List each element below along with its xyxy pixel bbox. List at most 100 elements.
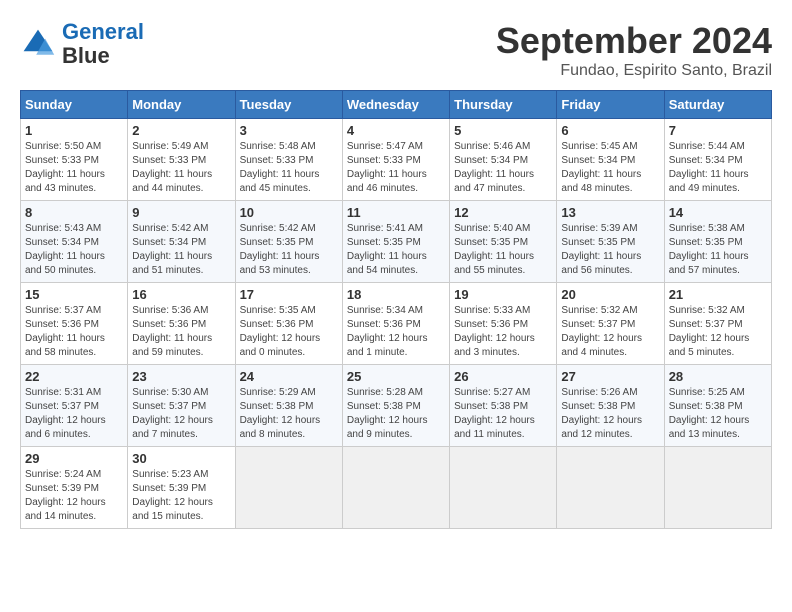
calendar-day-cell: 28Sunrise: 5:25 AM Sunset: 5:38 PM Dayli… bbox=[664, 365, 771, 447]
calendar-day-cell: 7 Sunrise: 5:44 AM Sunset: 5:34 PM Daylig… bbox=[664, 119, 771, 201]
day-number: 27 bbox=[561, 369, 659, 384]
day-info: Sunrise: 5:48 AM Sunset: 5:33 PM Dayligh… bbox=[240, 140, 338, 196]
calendar-week-row: 1 Sunrise: 5:50 AM Sunset: 5:33 PM Daylig… bbox=[21, 119, 772, 201]
day-number: 14 bbox=[669, 205, 767, 220]
calendar-day-cell bbox=[235, 447, 342, 529]
day-number: 4 bbox=[347, 123, 445, 138]
calendar-day-cell: 5 Sunrise: 5:46 AM Sunset: 5:34 PM Daylig… bbox=[450, 119, 557, 201]
calendar-day-cell: 2 Sunrise: 5:49 AM Sunset: 5:33 PM Daylig… bbox=[128, 119, 235, 201]
calendar-day-cell: 9 Sunrise: 5:42 AM Sunset: 5:34 PM Daylig… bbox=[128, 201, 235, 283]
day-number: 24 bbox=[240, 369, 338, 384]
day-number: 30 bbox=[132, 451, 230, 466]
calendar-day-cell: 26 Sunrise: 5:27 AM Sunset: 5:38 PM Dayli… bbox=[450, 365, 557, 447]
day-info: Sunrise: 5:42 AM Sunset: 5:35 PM Dayligh… bbox=[240, 222, 338, 278]
day-number: 20 bbox=[561, 287, 659, 302]
calendar-day-cell: 14 Sunrise: 5:38 AM Sunset: 5:35 PM Dayli… bbox=[664, 201, 771, 283]
calendar-day-cell: 17 Sunrise: 5:35 AM Sunset: 5:36 PM Dayli… bbox=[235, 283, 342, 365]
day-info: Sunrise: 5:47 AM Sunset: 5:33 PM Dayligh… bbox=[347, 140, 445, 196]
calendar-day-cell: 30 Sunrise: 5:23 AM Sunset: 5:39 PM Dayli… bbox=[128, 447, 235, 529]
calendar-day-cell bbox=[557, 447, 664, 529]
calendar-week-row: 8 Sunrise: 5:43 AM Sunset: 5:34 PM Daylig… bbox=[21, 201, 772, 283]
logo-icon bbox=[20, 26, 56, 62]
calendar-day-header: Friday bbox=[557, 91, 664, 119]
day-info: Sunrise: 5:41 AM Sunset: 5:35 PM Dayligh… bbox=[347, 222, 445, 278]
day-info: Sunrise: 5:34 AM Sunset: 5:36 PM Dayligh… bbox=[347, 304, 445, 360]
day-info: Sunrise: 5:27 AM Sunset: 5:38 PM Dayligh… bbox=[454, 386, 552, 442]
day-info: Sunrise: 5:24 AM Sunset: 5:39 PM Dayligh… bbox=[25, 468, 123, 524]
day-number: 10 bbox=[240, 205, 338, 220]
day-number: 21 bbox=[669, 287, 767, 302]
main-title: September 2024 bbox=[496, 20, 772, 62]
day-info: Sunrise: 5:28 AM Sunset: 5:38 PM Dayligh… bbox=[347, 386, 445, 442]
calendar-day-cell: 15Sunrise: 5:37 AM Sunset: 5:36 PM Dayli… bbox=[21, 283, 128, 365]
calendar-day-cell: 10 Sunrise: 5:42 AM Sunset: 5:35 PM Dayli… bbox=[235, 201, 342, 283]
calendar-day-cell bbox=[664, 447, 771, 529]
day-number: 12 bbox=[454, 205, 552, 220]
day-info: Sunrise: 5:36 AM Sunset: 5:36 PM Dayligh… bbox=[132, 304, 230, 360]
calendar-day-cell: 27 Sunrise: 5:26 AM Sunset: 5:38 PM Dayli… bbox=[557, 365, 664, 447]
calendar-day-cell bbox=[342, 447, 449, 529]
day-info: Sunrise: 5:35 AM Sunset: 5:36 PM Dayligh… bbox=[240, 304, 338, 360]
day-info: Sunrise: 5:50 AM Sunset: 5:33 PM Dayligh… bbox=[25, 140, 123, 196]
day-number: 17 bbox=[240, 287, 338, 302]
day-number: 15 bbox=[25, 287, 123, 302]
day-info: Sunrise: 5:32 AM Sunset: 5:37 PM Dayligh… bbox=[561, 304, 659, 360]
day-number: 7 bbox=[669, 123, 767, 138]
day-number: 9 bbox=[132, 205, 230, 220]
day-number: 6 bbox=[561, 123, 659, 138]
calendar-week-row: 15Sunrise: 5:37 AM Sunset: 5:36 PM Dayli… bbox=[21, 283, 772, 365]
calendar-day-cell: 1 Sunrise: 5:50 AM Sunset: 5:33 PM Daylig… bbox=[21, 119, 128, 201]
calendar-day-header: Monday bbox=[128, 91, 235, 119]
day-info: Sunrise: 5:44 AM Sunset: 5:34 PM Dayligh… bbox=[669, 140, 767, 196]
calendar-day-cell: 21Sunrise: 5:32 AM Sunset: 5:37 PM Dayli… bbox=[664, 283, 771, 365]
day-number: 5 bbox=[454, 123, 552, 138]
calendar-day-cell: 20 Sunrise: 5:32 AM Sunset: 5:37 PM Dayli… bbox=[557, 283, 664, 365]
day-info: Sunrise: 5:40 AM Sunset: 5:35 PM Dayligh… bbox=[454, 222, 552, 278]
day-number: 16 bbox=[132, 287, 230, 302]
day-info: Sunrise: 5:31 AM Sunset: 5:37 PM Dayligh… bbox=[25, 386, 123, 442]
page-header: General Blue September 2024 Fundao, Espi… bbox=[20, 20, 772, 80]
calendar-day-cell: 4 Sunrise: 5:47 AM Sunset: 5:33 PM Daylig… bbox=[342, 119, 449, 201]
day-info: Sunrise: 5:49 AM Sunset: 5:33 PM Dayligh… bbox=[132, 140, 230, 196]
calendar-day-cell: 18 Sunrise: 5:34 AM Sunset: 5:36 PM Dayli… bbox=[342, 283, 449, 365]
day-number: 1 bbox=[25, 123, 123, 138]
day-number: 29 bbox=[25, 451, 123, 466]
day-info: Sunrise: 5:45 AM Sunset: 5:34 PM Dayligh… bbox=[561, 140, 659, 196]
calendar-day-header: Wednesday bbox=[342, 91, 449, 119]
calendar-day-header: Sunday bbox=[21, 91, 128, 119]
day-number: 18 bbox=[347, 287, 445, 302]
subtitle: Fundao, Espirito Santo, Brazil bbox=[496, 62, 772, 80]
day-info: Sunrise: 5:46 AM Sunset: 5:34 PM Dayligh… bbox=[454, 140, 552, 196]
day-info: Sunrise: 5:25 AM Sunset: 5:38 PM Dayligh… bbox=[669, 386, 767, 442]
calendar-day-cell: 13Sunrise: 5:39 AM Sunset: 5:35 PM Dayli… bbox=[557, 201, 664, 283]
day-info: Sunrise: 5:43 AM Sunset: 5:34 PM Dayligh… bbox=[25, 222, 123, 278]
day-info: Sunrise: 5:30 AM Sunset: 5:37 PM Dayligh… bbox=[132, 386, 230, 442]
day-info: Sunrise: 5:38 AM Sunset: 5:35 PM Dayligh… bbox=[669, 222, 767, 278]
calendar-table: SundayMondayTuesdayWednesdayThursdayFrid… bbox=[20, 90, 772, 529]
calendar-day-cell bbox=[450, 447, 557, 529]
calendar-week-row: 29 Sunrise: 5:24 AM Sunset: 5:39 PM Dayli… bbox=[21, 447, 772, 529]
day-number: 2 bbox=[132, 123, 230, 138]
day-info: Sunrise: 5:29 AM Sunset: 5:38 PM Dayligh… bbox=[240, 386, 338, 442]
day-number: 22 bbox=[25, 369, 123, 384]
calendar-day-header: Thursday bbox=[450, 91, 557, 119]
day-number: 8 bbox=[25, 205, 123, 220]
logo: General Blue bbox=[20, 20, 144, 68]
day-number: 26 bbox=[454, 369, 552, 384]
day-info: Sunrise: 5:42 AM Sunset: 5:34 PM Dayligh… bbox=[132, 222, 230, 278]
day-info: Sunrise: 5:33 AM Sunset: 5:36 PM Dayligh… bbox=[454, 304, 552, 360]
calendar-day-cell: 19 Sunrise: 5:33 AM Sunset: 5:36 PM Dayli… bbox=[450, 283, 557, 365]
logo-text: General Blue bbox=[62, 20, 144, 68]
day-info: Sunrise: 5:23 AM Sunset: 5:39 PM Dayligh… bbox=[132, 468, 230, 524]
day-info: Sunrise: 5:26 AM Sunset: 5:38 PM Dayligh… bbox=[561, 386, 659, 442]
calendar-day-cell: 23Sunrise: 5:30 AM Sunset: 5:37 PM Dayli… bbox=[128, 365, 235, 447]
calendar-day-cell: 25Sunrise: 5:28 AM Sunset: 5:38 PM Dayli… bbox=[342, 365, 449, 447]
calendar-day-cell: 11 Sunrise: 5:41 AM Sunset: 5:35 PM Dayli… bbox=[342, 201, 449, 283]
day-number: 11 bbox=[347, 205, 445, 220]
day-number: 19 bbox=[454, 287, 552, 302]
calendar-week-row: 22 Sunrise: 5:31 AM Sunset: 5:37 PM Dayli… bbox=[21, 365, 772, 447]
day-info: Sunrise: 5:39 AM Sunset: 5:35 PM Dayligh… bbox=[561, 222, 659, 278]
calendar-day-cell: 6 Sunrise: 5:45 AM Sunset: 5:34 PM Daylig… bbox=[557, 119, 664, 201]
day-number: 3 bbox=[240, 123, 338, 138]
calendar-day-cell: 3 Sunrise: 5:48 AM Sunset: 5:33 PM Daylig… bbox=[235, 119, 342, 201]
